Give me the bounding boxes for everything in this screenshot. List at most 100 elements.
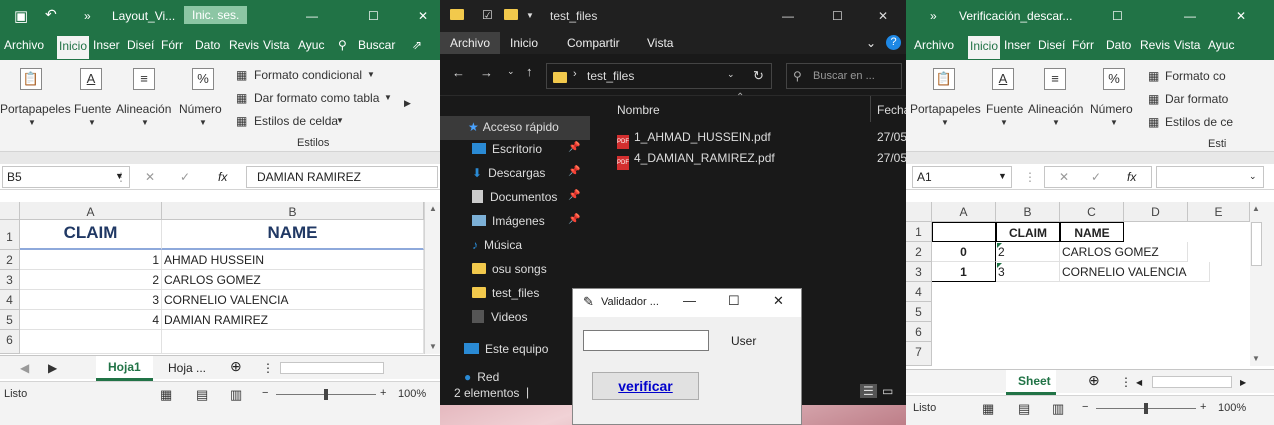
- sign-in-button[interactable]: Inic. ses.: [184, 6, 248, 24]
- zoom-slider-thumb[interactable]: [1144, 403, 1148, 414]
- row-header[interactable]: 6: [0, 330, 20, 354]
- formula-input[interactable]: DAMIAN RAMIREZ: [246, 166, 438, 188]
- add-sheet-icon[interactable]: ⊕: [230, 358, 242, 375]
- verify-button[interactable]: verificar: [592, 372, 699, 400]
- column-header-date[interactable]: Fecha: [877, 103, 906, 117]
- share-icon[interactable]: ⇗: [412, 38, 422, 52]
- scroll-up-icon[interactable]: ▲: [1252, 204, 1260, 213]
- enter-icon[interactable]: ✓: [180, 170, 190, 184]
- sheet-tab-hoja[interactable]: Hoja ...: [168, 361, 206, 375]
- details-view-icon[interactable]: ☰: [860, 384, 877, 398]
- more-icon[interactable]: »: [930, 9, 937, 23]
- zoom-in-icon[interactable]: +: [1200, 401, 1206, 413]
- alignment-icon[interactable]: ≡: [133, 68, 155, 90]
- row-header[interactable]: 5: [906, 302, 932, 322]
- row-header[interactable]: 4: [0, 290, 20, 310]
- add-sheet-icon[interactable]: ⊕: [1088, 372, 1100, 389]
- function-icon[interactable]: fx: [1127, 170, 1136, 184]
- zoom-out-icon[interactable]: −: [262, 387, 268, 399]
- column-header[interactable]: E: [1188, 202, 1250, 222]
- tab-datos[interactable]: Dato: [1106, 38, 1131, 52]
- tab-inicio[interactable]: Inicio: [57, 36, 90, 59]
- sheet-tab-hoja1[interactable]: Hoja1: [96, 356, 153, 381]
- enter-icon[interactable]: ✓: [1091, 170, 1101, 184]
- table-header-cell[interactable]: [932, 222, 996, 242]
- format-as-table-button[interactable]: Dar formato como tabla: [254, 91, 379, 105]
- close-button[interactable]: ✕: [1236, 9, 1246, 23]
- nav-item-images[interactable]: Imágenes 📌: [472, 214, 580, 228]
- minimize-button[interactable]: —: [683, 293, 696, 308]
- function-icon[interactable]: fx: [218, 170, 227, 184]
- table-cell[interactable]: [20, 330, 162, 354]
- sheet-options-icon[interactable]: ⋮: [1120, 375, 1132, 389]
- clipboard-icon[interactable]: 📋: [933, 68, 955, 90]
- tab-revisar[interactable]: Revis: [229, 38, 259, 52]
- chevron-down-icon[interactable]: ⌄: [866, 36, 876, 50]
- nav-item-quick-access[interactable]: ★ Acceso rápido: [440, 116, 590, 140]
- nav-item-test-files[interactable]: test_files: [472, 286, 539, 300]
- cancel-icon[interactable]: ✕: [1059, 170, 1069, 184]
- percent-icon[interactable]: %: [192, 68, 214, 90]
- file-row[interactable]: PDF 1_AHMAD_HUSSEIN.pdf 27/05: [617, 130, 906, 149]
- sheet-tab-sheet[interactable]: Sheet: [1006, 370, 1056, 395]
- scroll-up-icon[interactable]: ▲: [429, 204, 437, 213]
- select-all-corner[interactable]: [906, 202, 932, 222]
- row-header[interactable]: 5: [0, 310, 20, 330]
- recent-chevron-icon[interactable]: ⌄: [507, 66, 515, 77]
- table-header-cell[interactable]: CLAIM: [996, 222, 1060, 242]
- new-folder-icon[interactable]: [504, 8, 524, 22]
- nav-item-music[interactable]: ♪ Música: [472, 238, 522, 252]
- sheet-options-icon[interactable]: ⋮: [262, 361, 274, 375]
- tab-insertar[interactable]: Inser: [1004, 38, 1031, 52]
- row-header[interactable]: 3: [0, 270, 20, 290]
- horizontal-scrollbar[interactable]: [1152, 376, 1232, 388]
- table-cell[interactable]: CORNELIO VALENCIA: [162, 290, 424, 310]
- vertical-scrollbar[interactable]: ▲ ▼: [424, 202, 440, 354]
- table-cell[interactable]: CORNELIO VALENCIA: [1060, 262, 1210, 282]
- table-header-cell[interactable]: NAME: [162, 220, 424, 250]
- up-icon[interactable]: ↑: [526, 64, 533, 79]
- tab-formulas[interactable]: Fórr: [1072, 38, 1094, 52]
- table-cell-selected[interactable]: DAMIAN RAMIREZ: [162, 310, 424, 330]
- maximize-button[interactable]: ☐: [832, 9, 843, 23]
- page-layout-icon[interactable]: ▤: [1018, 401, 1030, 417]
- column-header[interactable]: D: [1124, 202, 1188, 222]
- font-group[interactable]: Fuente: [986, 102, 1023, 116]
- next-sheet-icon[interactable]: ▶: [48, 361, 57, 375]
- normal-view-icon[interactable]: ▦: [160, 387, 172, 403]
- zoom-level[interactable]: 100%: [1218, 402, 1246, 414]
- refresh-icon[interactable]: ↻: [753, 68, 764, 84]
- tab-insertar[interactable]: Inser: [93, 38, 120, 52]
- cell-styles-button[interactable]: Estilos de ce: [1165, 115, 1233, 129]
- table-cell[interactable]: 2: [996, 242, 1060, 262]
- undo-icon[interactable]: ↶: [45, 6, 57, 23]
- vertical-scrollbar[interactable]: ▲ ▼: [1250, 202, 1274, 366]
- cell-styles-button[interactable]: Estilos de celda: [254, 114, 338, 128]
- table-header-cell[interactable]: CLAIM: [20, 220, 162, 250]
- page-layout-icon[interactable]: ▤: [196, 387, 208, 403]
- font-icon[interactable]: A: [80, 68, 102, 90]
- row-header[interactable]: 1: [906, 222, 932, 242]
- tab-archivo[interactable]: Archivo: [4, 38, 44, 52]
- page-break-icon[interactable]: ▥: [1052, 401, 1064, 417]
- name-box[interactable]: A1 ▼: [912, 166, 1012, 188]
- row-header[interactable]: 6: [906, 322, 932, 342]
- tab-diseno[interactable]: Diseí: [1038, 38, 1065, 52]
- font-group[interactable]: Fuente: [74, 102, 111, 116]
- scroll-down-icon[interactable]: ▼: [1252, 354, 1260, 363]
- conditional-format-button[interactable]: Formato co: [1165, 69, 1226, 83]
- clipboard-group[interactable]: Portapapeles: [0, 102, 71, 116]
- search-icon[interactable]: ⚲: [338, 38, 347, 52]
- menu-inicio[interactable]: Inicio: [510, 36, 538, 50]
- back-icon[interactable]: ←: [452, 65, 465, 80]
- more-icon[interactable]: »: [84, 9, 91, 23]
- horizontal-scrollbar[interactable]: [280, 362, 384, 374]
- table-cell[interactable]: 0: [932, 242, 996, 262]
- menu-archivo[interactable]: Archivo: [440, 32, 501, 54]
- table-cell[interactable]: CARLOS GOMEZ: [162, 270, 424, 290]
- help-icon[interactable]: ?: [886, 35, 901, 50]
- search-box[interactable]: ⚲ Buscar en ...: [786, 63, 902, 89]
- restore-button[interactable]: ☐: [1112, 9, 1123, 23]
- column-header[interactable]: C: [1060, 202, 1124, 222]
- tab-revisar[interactable]: Revis: [1140, 38, 1170, 52]
